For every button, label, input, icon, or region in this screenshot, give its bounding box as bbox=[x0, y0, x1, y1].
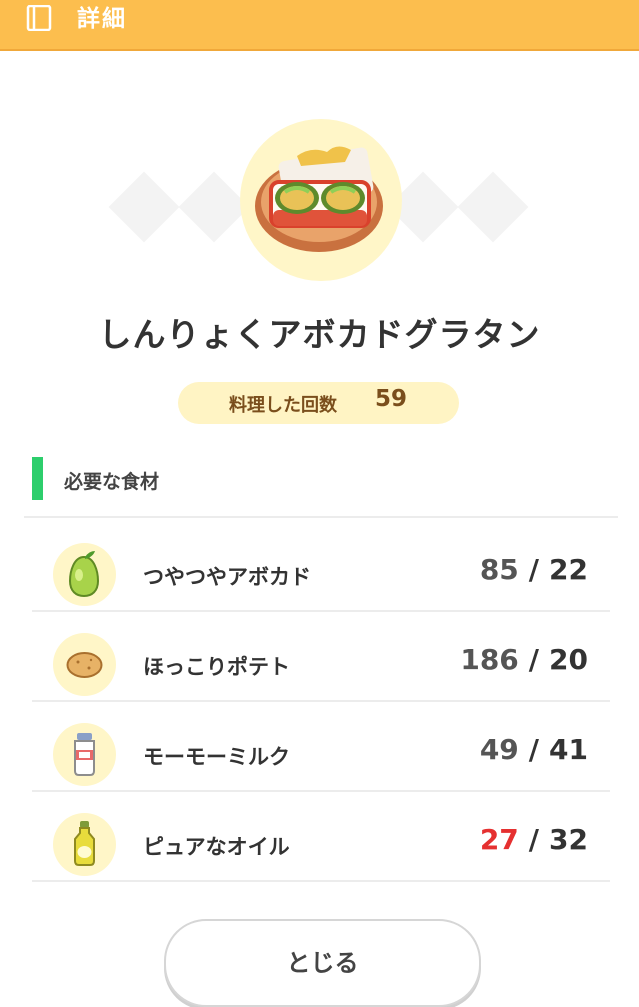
header-bar: 詳細 bbox=[0, 0, 639, 51]
dish-name: しんりょくアボカドグラタン bbox=[98, 315, 541, 354]
owned-count: 85 bbox=[479, 553, 519, 586]
owned-count: 27 bbox=[479, 823, 519, 856]
book-icon bbox=[26, 5, 52, 31]
divider bbox=[32, 610, 610, 612]
avocado-gratin-icon bbox=[255, 146, 383, 252]
ingredient-quantity: 85/22 bbox=[479, 553, 588, 586]
ingredient-quantity: 27/32 bbox=[479, 823, 588, 856]
ingredient-row: ピュアなオイル 27/32 bbox=[32, 793, 610, 882]
required-count: 20 bbox=[549, 643, 588, 676]
owned-count: 49 bbox=[479, 733, 519, 766]
potato-icon bbox=[66, 652, 103, 678]
close-button[interactable]: とじる bbox=[164, 919, 481, 1007]
ingredient-name: モーモーミルク bbox=[143, 745, 290, 769]
cook-count-value: 59 bbox=[375, 386, 408, 412]
ingredient-name: ほっこりポテト bbox=[143, 655, 290, 679]
section-accent-bar bbox=[32, 457, 43, 500]
required-count: 22 bbox=[549, 553, 588, 586]
ingredient-name: つやつやアボカド bbox=[143, 565, 311, 589]
milk-bottle-icon bbox=[74, 733, 95, 776]
required-count: 32 bbox=[549, 823, 588, 856]
cook-count-label: 料理した回数 bbox=[229, 395, 337, 416]
divider bbox=[32, 790, 610, 792]
ingredient-row: モーモーミルク 49/41 bbox=[32, 703, 610, 792]
ingredient-quantity: 186/20 bbox=[460, 643, 588, 676]
owned-count: 186 bbox=[460, 643, 519, 676]
ingredient-quantity: 49/41 bbox=[479, 733, 588, 766]
avocado-icon bbox=[68, 551, 100, 598]
divider bbox=[32, 880, 610, 882]
close-button-label: とじる bbox=[286, 949, 359, 977]
divider bbox=[24, 516, 618, 518]
decoration-diamond bbox=[457, 171, 529, 243]
ingredient-name: ピュアなオイル bbox=[143, 835, 290, 859]
header-title: 詳細 bbox=[77, 6, 127, 32]
oil-bottle-icon bbox=[74, 821, 95, 866]
ingredients-section-title: 必要な食材 bbox=[64, 471, 160, 493]
ingredient-row: ほっこりポテト 186/20 bbox=[32, 613, 610, 702]
decoration-diamond bbox=[178, 171, 250, 243]
decoration-diamond bbox=[108, 171, 180, 243]
ingredient-row: つやつやアボカド 85/22 bbox=[32, 523, 610, 612]
required-count: 41 bbox=[549, 733, 588, 766]
divider bbox=[32, 700, 610, 702]
